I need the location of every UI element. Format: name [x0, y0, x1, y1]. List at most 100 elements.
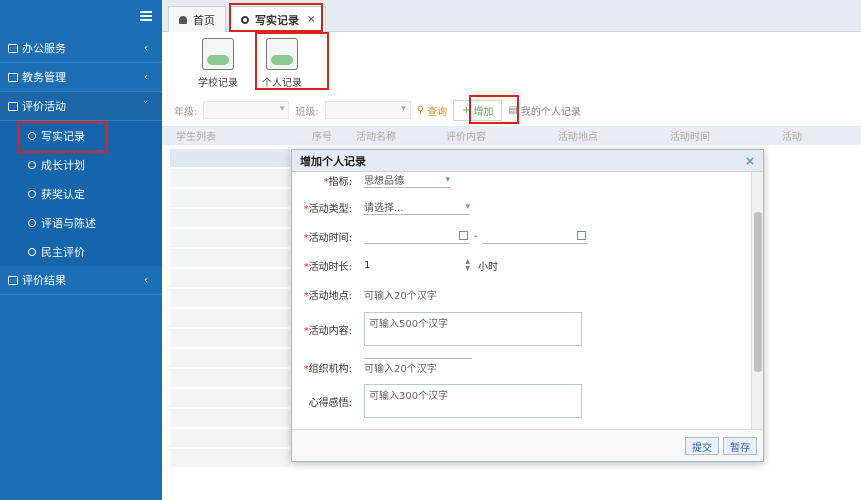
list-item[interactable] — [170, 149, 290, 167]
type-row: *活动类型: 请选择... ▾ — [292, 199, 470, 215]
time-separator: - — [474, 230, 478, 242]
list-item[interactable] — [170, 389, 290, 407]
chevron-left-icon: ‹ — [144, 71, 148, 83]
location-input[interactable]: 可输入20个汉字 — [364, 287, 437, 302]
save-draft-button[interactable]: 暂存 — [723, 437, 757, 455]
query-button[interactable]: ⚲ 查询 — [417, 103, 447, 118]
org-placeholder: 可输入20个汉字 — [364, 364, 437, 375]
type-select[interactable]: 请选择... ▾ — [364, 199, 470, 215]
class-label: 班级: — [295, 106, 319, 118]
submit-button[interactable]: 提交 — [685, 437, 719, 455]
class-select[interactable] — [324, 101, 411, 119]
list-item[interactable] — [170, 329, 290, 347]
duration-stepper[interactable]: 1 ▲ ▼ — [364, 257, 470, 273]
column-header: 活动地点 — [558, 132, 598, 143]
scrollbar-thumb[interactable] — [754, 212, 762, 372]
duration-label: 活动时长: — [308, 261, 352, 273]
close-icon[interactable]: × — [745, 154, 755, 168]
school-record-icon — [202, 38, 234, 70]
time-label: 活动时间: — [308, 232, 352, 244]
list-item[interactable] — [170, 209, 290, 227]
sidebar-item-democratic[interactable]: 民主评价 — [0, 237, 162, 266]
list-item[interactable] — [170, 169, 290, 187]
sidebar-item-label: 成长计划 — [41, 158, 85, 172]
list-item[interactable] — [170, 309, 290, 327]
type-label: 活动类型: — [308, 203, 352, 215]
column-header: 评价内容 — [446, 132, 486, 143]
list-item[interactable] — [170, 449, 290, 467]
sidebar-item-awards[interactable]: 获奖认定 — [0, 179, 162, 208]
dialog-scrollbar[interactable] — [751, 172, 763, 430]
org-label: 组织机构: — [308, 363, 352, 375]
list-item[interactable] — [170, 189, 290, 207]
org-row: *组织机构: 可输入20个汉字 — [292, 358, 472, 376]
sidebar: 办公服务 ‹ 教务管理 ‹ 评价活动 ˇ 写实记录 成长计划 获奖认定 评语与陈… — [0, 0, 162, 500]
reflection-row: 心得感悟: 可输入300个汉字 — [292, 384, 582, 418]
folder-icon — [8, 275, 18, 285]
list-item[interactable] — [170, 369, 290, 387]
content-textarea[interactable]: 可输入500个汉字 — [364, 312, 582, 346]
menu-toggle-icon[interactable] — [140, 11, 152, 21]
field-label: *指标: — [323, 176, 352, 188]
indicator-select[interactable]: 思想品德 ▾ — [364, 172, 450, 188]
duration-unit: 小时 — [478, 261, 498, 273]
tab-home[interactable]: 首页 — [168, 6, 226, 32]
circle-icon — [28, 160, 36, 169]
folder-icon — [8, 72, 18, 82]
list-item[interactable] — [170, 229, 290, 247]
menu-item-label: 教务管理 — [22, 71, 66, 84]
start-time-input[interactable] — [364, 228, 470, 244]
time-row: *活动时间: - — [292, 228, 588, 244]
dialog-title: 增加个人记录 — [300, 154, 366, 168]
list-item[interactable] — [170, 429, 290, 447]
sidebar-item-comments[interactable]: 评语与陈述 — [0, 208, 162, 237]
spinner-icon[interactable]: ▲ ▼ — [465, 258, 470, 272]
menu-item-label: 办公服务 — [22, 42, 66, 55]
tab-label: 首页 — [193, 13, 215, 27]
menu-item-results[interactable]: 评价结果 ‹ — [0, 266, 162, 295]
chevron-left-icon: ‹ — [144, 274, 148, 286]
folder-icon — [8, 43, 18, 53]
list-item[interactable] — [170, 249, 290, 267]
menu-item-office[interactable]: 办公服务 ‹ — [0, 34, 162, 63]
folder-icon — [8, 101, 18, 111]
field-label: *活动时长: — [303, 261, 352, 273]
column-header: 活动 — [782, 132, 802, 143]
sidebar-item-label: 民主评价 — [41, 245, 85, 259]
content-row: *活动内容: 可输入500个汉字 — [292, 312, 582, 346]
grid-header: 学生列表 序号 活动名称 评价内容 活动地点 活动时间 活动 — [162, 126, 861, 145]
student-list-header: 学生列表 — [176, 132, 216, 143]
menu-item-evaluation[interactable]: 评价活动 ˇ — [0, 92, 162, 121]
field-label: *活动地点: — [303, 291, 352, 302]
calendar-icon[interactable] — [576, 231, 586, 240]
duration-value: 1 — [364, 259, 371, 271]
sidebar-item-growth-plan[interactable]: 成长计划 — [0, 150, 162, 179]
reflection-placeholder: 可输入300个汉字 — [369, 391, 449, 402]
circle-icon — [28, 218, 36, 227]
menu-item-label: 评价结果 — [22, 274, 66, 287]
list-item[interactable] — [170, 349, 290, 367]
chevron-down-icon: ▾ — [465, 201, 470, 212]
end-time-input[interactable] — [481, 228, 588, 244]
field-label: 心得感悟: — [292, 394, 364, 409]
highlight-box-tab — [229, 3, 323, 32]
reflection-textarea[interactable]: 可输入300个汉字 — [364, 384, 582, 418]
sidebar-item-label: 评语与陈述 — [41, 216, 96, 230]
type-value: 请选择... — [364, 203, 404, 214]
grade-select[interactable] — [203, 101, 290, 119]
highlight-box-personal — [255, 32, 329, 90]
menu-item-academic[interactable]: 教务管理 ‹ — [0, 63, 162, 92]
calendar-icon[interactable] — [459, 231, 468, 240]
menu-item-label: 评价活动 — [22, 100, 66, 113]
list-item[interactable] — [170, 409, 290, 427]
column-header: 活动时间 — [670, 132, 710, 143]
indicator-row: *指标: 思想品德 ▾ — [292, 172, 450, 188]
list-item[interactable] — [170, 269, 290, 287]
chevron-down-icon: ▾ — [445, 174, 450, 185]
list-item[interactable] — [170, 289, 290, 307]
search-icon: ⚲ — [416, 104, 425, 116]
my-record-button[interactable]: ▤ 我的个人记录 — [508, 103, 580, 118]
school-record-button[interactable]: 学校记录 — [190, 38, 246, 89]
org-input[interactable]: 可输入20个汉字 — [364, 358, 472, 376]
grade-label: 年级: — [174, 106, 198, 118]
